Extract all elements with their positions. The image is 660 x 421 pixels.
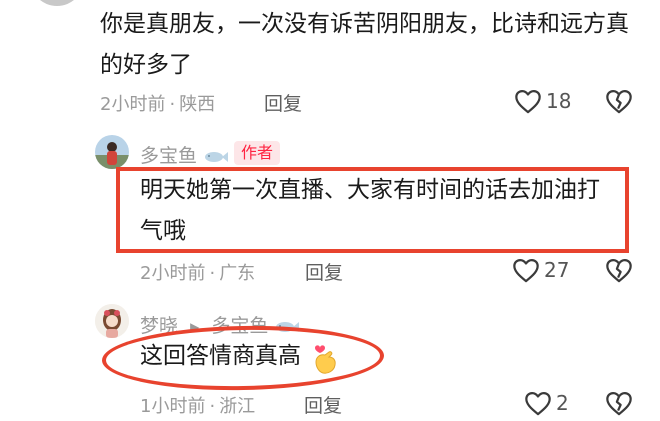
timestamp: 1小时前 (140, 396, 206, 417)
location: 陕西 (179, 94, 216, 115)
author-badge: 作者 (234, 141, 280, 165)
reply-meta: 2小时前 · 广东 (140, 259, 255, 285)
like-count: 18 (546, 89, 572, 113)
user-avatar[interactable] (95, 304, 129, 338)
broken-heart-icon[interactable] (605, 88, 633, 114)
like-count: 27 (544, 258, 570, 282)
meta-separator: · (169, 94, 176, 115)
comment-meta: 2小时前 · 陕西 (100, 90, 215, 116)
like-count: 2 (556, 391, 569, 415)
meta-separator: · (209, 263, 216, 284)
reply-meta: 1小时前 · 浙江 (140, 392, 255, 418)
reply-button[interactable]: 回复 (304, 391, 342, 418)
location: 广东 (219, 263, 256, 284)
location: 浙江 (219, 396, 256, 417)
author-avatar[interactable] (95, 135, 129, 169)
author-username[interactable]: 多宝鱼 (140, 141, 229, 168)
meta-separator: · (209, 396, 216, 417)
heart-outline-icon[interactable] (514, 88, 542, 114)
heart-outline-icon[interactable] (512, 257, 540, 283)
avatar[interactable] (30, 0, 84, 6)
comment-text: 你是真朋友，一次没有诉苦阴阳朋友，比诗和远方真的好多了 (100, 11, 629, 78)
timestamp: 2小时前 (140, 263, 206, 284)
reply-button[interactable]: 回复 (264, 89, 302, 116)
fish-icon (203, 145, 229, 167)
comment-thread: 你是真朋友，一次没有诉苦阴阳朋友，比诗和远方真的好多了 2小时前 · 陕西 回复 1… (0, 0, 660, 421)
heart-outline-icon[interactable] (524, 390, 552, 416)
broken-heart-icon[interactable] (605, 390, 633, 416)
reply-button[interactable]: 回复 (305, 258, 343, 285)
highlight-rectangle (116, 167, 629, 253)
broken-heart-icon[interactable] (605, 257, 633, 283)
timestamp: 2小时前 (100, 94, 166, 115)
